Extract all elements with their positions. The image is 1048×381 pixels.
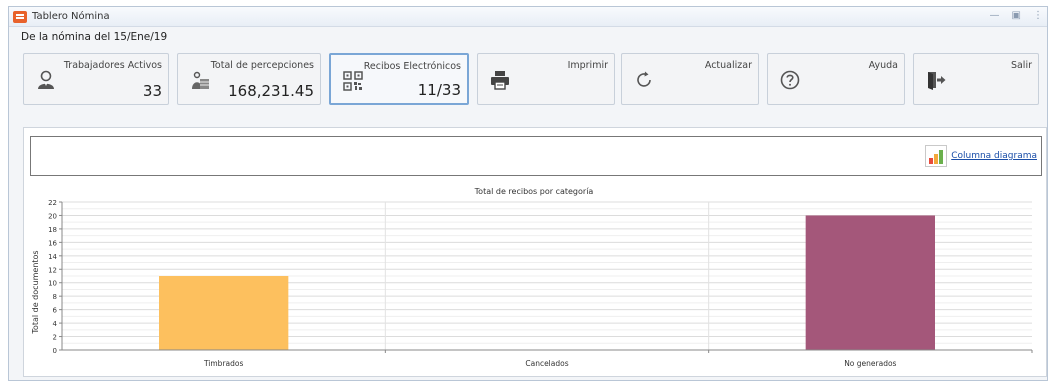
window-controls: — ▣ ⋮ [990, 10, 1043, 21]
x-tick-label: No generados [844, 359, 896, 368]
salir-button[interactable]: Salir [913, 53, 1039, 105]
y-tick-label: 10 [48, 280, 57, 288]
columna-diagrama-button[interactable]: Columna diagrama [925, 145, 1037, 167]
bar-no-generados[interactable] [805, 215, 935, 350]
exit-icon [924, 68, 948, 92]
app-window: Tablero Nómina — ▣ ⋮ De la nómina del 15… [8, 6, 1048, 381]
bar-chart-icon [925, 145, 948, 167]
qr-code-icon [341, 69, 365, 93]
imprimir-button[interactable]: Imprimir [477, 53, 615, 105]
y-tick-label: 14 [48, 253, 57, 261]
y-tick-label: 8 [53, 293, 57, 301]
user-icon [34, 68, 58, 92]
y-tick-label: 4 [53, 320, 58, 328]
card-label: Ayuda [868, 60, 898, 71]
y-tick-label: 12 [48, 266, 57, 274]
y-axis-label: Total de documentos [31, 250, 40, 334]
actualizar-button[interactable]: Actualizar [621, 53, 759, 105]
ayuda-button[interactable]: Ayuda [767, 53, 905, 105]
card-value: 33 [142, 82, 162, 100]
help-icon [778, 68, 802, 92]
card-label: Actualizar [704, 60, 752, 71]
y-tick-label: 16 [48, 239, 57, 247]
app-logo-icon [13, 10, 27, 23]
bar-timbrados[interactable] [159, 276, 289, 350]
card-total-percepciones[interactable]: Total de percepciones 168,231.45 [177, 53, 321, 105]
nomina-date-label: De la nómina del 15/Ene/19 [21, 31, 168, 43]
y-tick-label: 18 [48, 226, 57, 234]
bar-chart: Total de recibos por categoría Total de … [31, 187, 1033, 368]
maximize-icon[interactable]: ▣ [1012, 10, 1021, 21]
card-label: Total de percepciones [210, 60, 314, 71]
y-tick-label: 0 [53, 347, 57, 355]
chart-toolbar: Columna diagrama [30, 136, 1042, 176]
x-tick-label: Timbrados [203, 359, 244, 368]
window-title: Tablero Nómina [32, 11, 110, 22]
title-bar: Tablero Nómina — ▣ ⋮ [9, 7, 1047, 27]
card-label: Trabajadores Activos [63, 60, 162, 71]
card-label: Recibos Electrónicos [363, 61, 461, 72]
card-label: Salir [1010, 60, 1032, 71]
card-value: 11/33 [417, 81, 461, 99]
chart-panel: Columna diagrama Total de recibos por ca… [23, 127, 1047, 377]
minimize-icon[interactable]: — [990, 10, 1000, 21]
y-tick-label: 22 [48, 199, 57, 207]
printer-icon [488, 68, 512, 92]
y-tick-label: 6 [53, 307, 58, 315]
y-tick-label: 2 [53, 334, 57, 342]
card-label: Imprimir [567, 60, 608, 71]
card-recibos-electronicos[interactable]: Recibos Electrónicos 11/33 [329, 53, 469, 105]
more-icon[interactable]: ⋮ [1033, 10, 1043, 21]
money-bag-icon [188, 68, 212, 92]
summary-cards: Trabajadores Activos 33 Total de percepc… [23, 53, 1039, 105]
y-tick-label: 20 [48, 212, 57, 220]
refresh-icon [632, 68, 656, 92]
columna-diagrama-link[interactable]: Columna diagrama [951, 151, 1037, 161]
card-trabajadores-activos[interactable]: Trabajadores Activos 33 [23, 53, 169, 105]
x-tick-label: Cancelados [525, 359, 568, 368]
card-value: 168,231.45 [228, 82, 314, 100]
chart-title: Total de recibos por categoría [474, 187, 594, 196]
